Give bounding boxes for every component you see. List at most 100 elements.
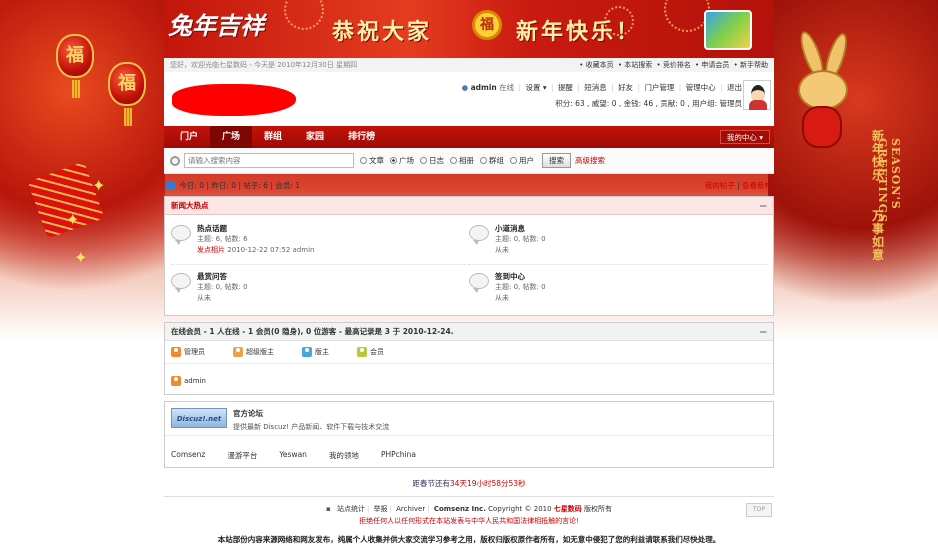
last-post-info: 从未: [197, 294, 211, 302]
online-members-box: 在线会员 - 1 人在线 - 1 会员(0 隐身), 0 位游客 - 最高记录是…: [164, 322, 774, 395]
nav-ranking[interactable]: 排行榜: [336, 126, 387, 148]
search-option-album[interactable]: 相册: [450, 155, 474, 166]
search-option-group[interactable]: 群组: [480, 155, 504, 166]
portal-admin-link[interactable]: 门户管理: [644, 83, 674, 92]
text-links: Comsenz 漫游平台 Yeswan 我的领地 PHPchina: [165, 436, 773, 467]
forum-item: 热点话题 主题: 6, 帖数: 6 发点相片 2010-12-22 07:52 …: [171, 217, 469, 265]
avatar[interactable]: [743, 80, 771, 110]
legend-super-mod: 超级版主: [233, 347, 288, 357]
user-icon: [233, 347, 243, 357]
search-bar: 文章 广场 日志 相册 群组 用户 搜索 高级搜索: [164, 148, 774, 174]
forum-bubble-icon: [171, 225, 191, 245]
top-link[interactable]: • 本站搜索: [618, 61, 652, 69]
online-user[interactable]: admin: [184, 377, 206, 385]
nav-groups[interactable]: 群组: [252, 126, 294, 148]
back-to-top-button[interactable]: TOP: [746, 503, 772, 517]
lantern-right: 福: [108, 62, 146, 126]
text-link[interactable]: PHPchina: [381, 450, 416, 461]
site-logo-redacted[interactable]: [172, 84, 296, 116]
rss-icon[interactable]: [166, 181, 175, 190]
footer-link-report[interactable]: 举报: [374, 505, 388, 513]
search-option-article[interactable]: 文章: [360, 155, 384, 166]
text-link[interactable]: 我的领地: [329, 450, 359, 461]
rabbit-mascot: [790, 28, 860, 160]
top-link[interactable]: • 竞价排名: [656, 61, 690, 69]
user-status: 在线: [499, 83, 515, 92]
friend-links-box: Discuz!.net 官方论坛 提供最新 Discuz! 产品新闻、软件下载与…: [164, 401, 774, 468]
search-input[interactable]: [184, 153, 354, 168]
nav-portal[interactable]: 门户: [168, 126, 210, 148]
advanced-search-link[interactable]: 高级搜索: [575, 155, 605, 166]
user-icon: [171, 376, 181, 386]
user-credits: 积分: 63 , 威望: 0 , 金钱: 46 , 贡献: 0 , 用户组: 管…: [555, 99, 742, 108]
nav-square[interactable]: 广场: [210, 126, 253, 148]
forum-name[interactable]: 悬赏问答: [197, 271, 248, 282]
greeting-cn-bottom: 万事如意: [872, 209, 885, 262]
admin-center-link[interactable]: 管理中心: [686, 83, 716, 92]
featured-link: Discuz!.net 官方论坛 提供最新 Discuz! 产品新闻、软件下载与…: [165, 402, 773, 436]
top-banner: 兔年吉祥 恭祝大家 福 新年快乐！: [164, 0, 774, 58]
top-links: • 收藏本页 • 本站搜索 • 竞价排名 • 申请会员 • 新手帮助: [577, 60, 768, 70]
new-posts-link[interactable]: 查看新帖: [742, 181, 772, 190]
category-title[interactable]: 新闻大热点: [171, 200, 209, 211]
footer-company[interactable]: Comsenz Inc.: [434, 505, 486, 513]
discuz-logo[interactable]: Discuz!.net: [171, 408, 227, 428]
top-link[interactable]: • 收藏本页: [579, 61, 613, 69]
category-header: 新闻大热点 —: [165, 197, 773, 215]
username-link[interactable]: admin: [471, 83, 497, 92]
footer-brand[interactable]: 七星数码: [554, 505, 582, 513]
banner-title-right: 新年快乐！: [516, 19, 642, 45]
settings-menu[interactable]: 设置 ▾: [525, 83, 546, 92]
last-post-info: 从未: [495, 294, 509, 302]
footer-copyright: Copyright © 2010: [488, 505, 552, 513]
top-bar: 您好，欢迎光临七星数码 - 今天是 2010年12月30日 星期四 • 收藏本页…: [164, 58, 774, 72]
spring-festival-countdown: 距春节还有34天19小时58分53秒: [412, 479, 526, 488]
category-box: 新闻大热点 — 热点话题 主题: 6, 帖数: 6 发点相片 2010-12-2…: [164, 196, 774, 316]
banner-logo: 兔年吉祥: [168, 11, 264, 40]
search-option-user[interactable]: 用户: [510, 155, 534, 166]
last-post-info: 从未: [495, 246, 509, 254]
search-option-blog[interactable]: 日志: [420, 155, 444, 166]
legend-admin: 管理员: [171, 347, 219, 357]
lantern-left: 福: [56, 34, 94, 98]
logout-link[interactable]: 退出: [727, 83, 742, 92]
search-button[interactable]: 搜索: [542, 153, 571, 168]
nav-home[interactable]: 家园: [294, 126, 336, 148]
online-header: 在线会员 - 1 人在线 - 1 会员(0 隐身), 0 位游客 - 最高记录是…: [165, 323, 773, 341]
main-nav: 门户 广场 群组 家园 排行榜 我的中心 ▾: [164, 126, 774, 148]
my-posts-link[interactable]: 我的帖子: [705, 181, 735, 190]
legend-mod: 版主: [302, 347, 343, 357]
gift-box-icon: [704, 10, 752, 50]
search-icon: [170, 155, 180, 166]
date-text: 今天是 2010年12月30日 星期四: [254, 61, 358, 69]
featured-link-desc: 提供最新 Discuz! 产品新闻、软件下载与技术交流: [233, 423, 390, 431]
footer-rights: 版权所有: [584, 505, 613, 513]
last-post-link[interactable]: 发点相片: [197, 246, 225, 254]
forum-name[interactable]: 签到中心: [495, 271, 546, 282]
text-link[interactable]: 漫游平台: [227, 450, 257, 461]
text-link[interactable]: Comsenz: [171, 450, 205, 461]
messages-link[interactable]: 短消息: [584, 83, 607, 92]
top-link[interactable]: • 申请会员: [695, 61, 729, 69]
footer-stat-icon: ▪: [325, 505, 331, 513]
star-icon: ✦: [74, 248, 88, 267]
featured-link-title[interactable]: 官方论坛: [233, 408, 389, 419]
forum-name[interactable]: 小道消息: [495, 223, 546, 234]
stat-yesterday: 昨日: 0: [211, 180, 237, 190]
online-title[interactable]: 在线会员 - 1 人在线 - 1 会员(0 隐身), 0 位游客 - 最高记录是…: [171, 326, 454, 337]
collapse-icon[interactable]: —: [760, 327, 768, 336]
text-link[interactable]: Yeswan: [279, 450, 307, 461]
forum-item: 悬赏问答 主题: 0, 帖数: 0 从未: [171, 265, 469, 313]
lantern-char: 福: [66, 45, 84, 66]
friends-link[interactable]: 好友: [618, 83, 633, 92]
top-link[interactable]: • 新手帮助: [734, 61, 768, 69]
footer-link-stats[interactable]: 站点统计: [337, 505, 365, 513]
forum-name[interactable]: 热点话题: [197, 223, 314, 234]
welcome-text: 您好，欢迎光临七星数码: [170, 61, 247, 69]
collapse-icon[interactable]: —: [760, 201, 768, 210]
reminders-link[interactable]: 提醒: [558, 83, 573, 92]
my-center-dropdown[interactable]: 我的中心 ▾: [719, 130, 770, 144]
search-option-square[interactable]: 广场: [390, 155, 414, 166]
forum-stats: 主题: 0, 帖数: 0: [495, 235, 546, 243]
footer-link-archiver[interactable]: Archiver: [396, 505, 425, 513]
